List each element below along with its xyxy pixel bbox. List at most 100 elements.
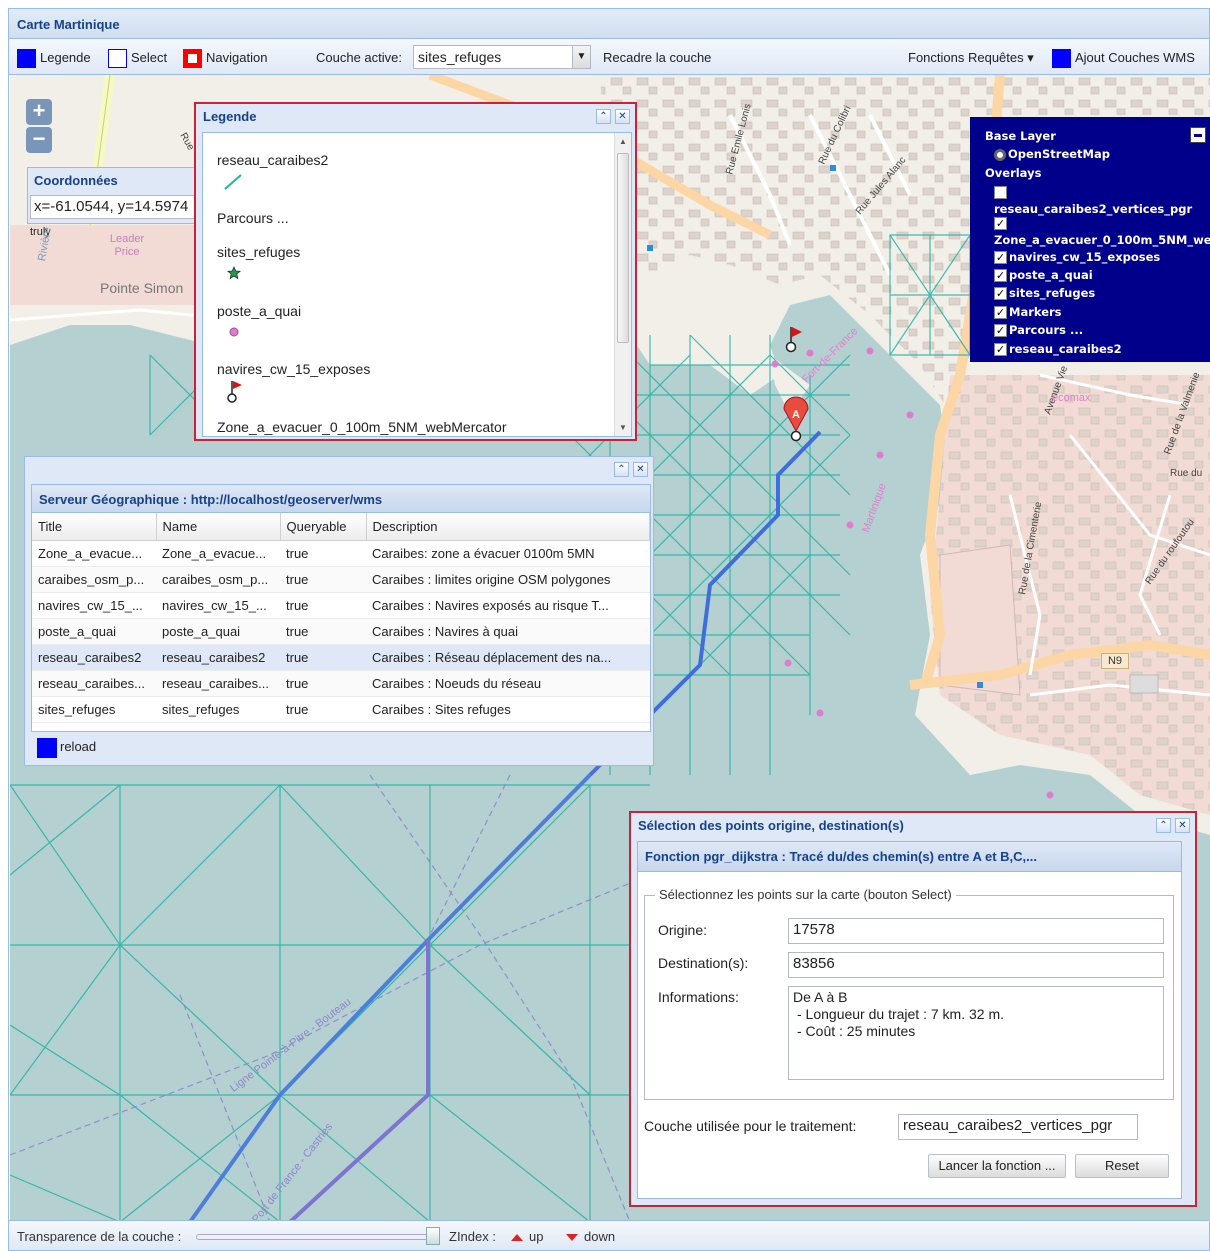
fonctions-requetes-menu[interactable]: Fonctions Requêtes ▾ xyxy=(908,48,1034,68)
collapse-icon[interactable]: ⌃ xyxy=(614,462,629,477)
legende-button[interactable]: Legende xyxy=(17,48,91,69)
zindex-down-button[interactable]: down xyxy=(566,1229,615,1244)
coordinates-panel: Coordonnées x=-61.0544, y=14.5974 xyxy=(27,167,207,224)
cell: Caraibes: zone a évacuer 0100m 5MN xyxy=(366,540,650,567)
layer-cb-1[interactable]: ✓ xyxy=(994,216,1009,230)
legend-scroll-thumb[interactable] xyxy=(617,153,629,343)
navigation-icon xyxy=(183,49,202,69)
destination-input[interactable]: 83856 xyxy=(788,952,1164,978)
layer-row-3[interactable]: ✓ poste_a_quai xyxy=(994,268,1093,282)
cell: sites_refuges xyxy=(156,696,280,723)
recadre-button[interactable]: Recadre la couche xyxy=(603,48,711,68)
col-name[interactable]: Name xyxy=(156,513,281,541)
cell: poste_a_quai xyxy=(32,618,156,645)
select-button[interactable]: Select xyxy=(108,48,167,69)
table-row[interactable]: sites_refuges sites_refuges true Caraibes :… xyxy=(32,696,650,723)
toolbar: Legende Select Navigation Couche active:… xyxy=(9,39,1209,75)
app-title: Carte Martinique xyxy=(17,17,120,32)
cell: reseau_caraibes... xyxy=(156,670,280,697)
zoom-in-button[interactable]: + xyxy=(26,99,52,125)
collapse-icon[interactable]: ⌃ xyxy=(596,109,611,124)
close-icon[interactable]: ✕ xyxy=(615,109,630,124)
layer-row-7[interactable]: ✓ reseau_caraibes2 xyxy=(994,342,1122,356)
col-description[interactable]: Description xyxy=(366,513,650,541)
flag-icon xyxy=(227,381,242,403)
scroll-up-icon[interactable]: ▲ xyxy=(619,137,627,146)
cell: navires_cw_15_... xyxy=(156,592,280,619)
informations-textarea[interactable]: De A à B - Longueur du trajet : 7 km. 32… xyxy=(788,986,1164,1080)
checkbox-icon: ✓ xyxy=(994,287,1007,300)
overlays-heading: Overlays xyxy=(985,166,1042,180)
cell: Caraibes : Navires exposés au risque T..… xyxy=(366,592,650,619)
navigation-button[interactable]: Navigation xyxy=(183,48,267,69)
cell: Caraibes : Sites refuges xyxy=(366,696,650,723)
selection-subheader: Fonction pgr_dijkstra : Tracé du/des che… xyxy=(638,842,1181,872)
selection-window: Sélection des points origine, destinatio… xyxy=(629,811,1197,1207)
table-row[interactable]: caraibes_osm_p... caraibes_osm_p... true Ca… xyxy=(32,566,650,593)
cell: true xyxy=(280,592,366,619)
table-row[interactable]: navires_cw_15_... navires_cw_15_... true Ca… xyxy=(32,592,650,619)
couche-active-label: Couche active: xyxy=(316,50,402,65)
map-label-pointe-simon: Pointe Simon xyxy=(100,280,184,296)
title-bar: Carte Martinique xyxy=(9,9,1209,39)
info-line-2: - Longueur du trajet : 7 km. 32 m. xyxy=(797,1006,1004,1022)
scroll-down-icon[interactable]: ▼ xyxy=(619,423,627,432)
layer-label-7: reseau_caraibes2 xyxy=(1009,342,1122,356)
lancer-fonction-button[interactable]: Lancer la fonction ... xyxy=(928,1154,1066,1178)
layer-row-6[interactable]: ✓ Parcours ... xyxy=(994,323,1083,337)
transparence-slider[interactable] xyxy=(196,1234,440,1240)
legende-label: Legende xyxy=(40,50,91,65)
status-bar: Transparence de la couche : ZIndex : up … xyxy=(9,1220,1209,1250)
minimize-icon[interactable] xyxy=(1190,127,1206,143)
cell: true xyxy=(280,566,366,593)
origine-input[interactable]: 17578 xyxy=(788,918,1164,944)
layer-cb-0[interactable] xyxy=(994,185,1009,199)
ajout-wms-button[interactable]: Ajout Couches WMS xyxy=(1052,48,1195,69)
server-panel-header: Serveur Géographique : http://localhost/… xyxy=(32,485,650,513)
zindex-up-button[interactable]: up xyxy=(511,1229,543,1244)
server-panel: Serveur Géographique : http://localhost/… xyxy=(31,484,651,732)
couche-traitement-input[interactable]: reseau_caraibes2_vertices_pgr xyxy=(898,1114,1138,1140)
couche-active-select[interactable]: sites_refuges ▼ xyxy=(413,45,591,69)
close-icon[interactable]: ✕ xyxy=(1175,818,1190,833)
line-icon xyxy=(224,174,242,190)
table-row[interactable]: reseau_caraibes... reseau_caraibes... true… xyxy=(32,670,650,697)
legend-scrollbar[interactable]: ▲ ▼ xyxy=(614,133,631,436)
table-row-selected[interactable]: reseau_caraibes2 reseau_caraibes2 true Cara… xyxy=(32,644,650,671)
layer-row-4[interactable]: ✓ sites_refuges xyxy=(994,286,1095,300)
select-icon xyxy=(108,49,127,69)
legend-window: Legende ⌃ ✕ reseau_caraibes2 Parcours ..… xyxy=(194,102,637,441)
table-row[interactable]: poste_a_quai poste_a_quai true Caraibes : N… xyxy=(32,618,650,645)
cell: reseau_caraibes2 xyxy=(32,644,156,671)
reload-button[interactable]: reload xyxy=(37,737,96,759)
cell: Caraibes : Navires à quai xyxy=(366,618,650,645)
zoom-out-button[interactable]: − xyxy=(26,127,52,153)
osm-radio[interactable]: OpenStreetMap xyxy=(994,147,1110,161)
layer-switcher: Base Layer OpenStreetMap Overlays reseau… xyxy=(970,117,1210,362)
cell: true xyxy=(280,696,366,723)
ajout-wms-label: Ajout Couches WMS xyxy=(1075,50,1195,65)
informations-label: Informations: xyxy=(658,989,739,1005)
info-line-3: - Coût : 25 minutes xyxy=(797,1023,916,1039)
layers-table: Title Name Queryable Description Zone_a_… xyxy=(32,513,650,723)
down-label: down xyxy=(584,1229,616,1244)
legend-item-3: poste_a_quai xyxy=(217,303,302,319)
slider-thumb[interactable] xyxy=(426,1227,440,1245)
legend-item-1: Parcours ... xyxy=(217,210,289,226)
cell: Zone_a_evacue... xyxy=(32,540,156,567)
star-icon xyxy=(227,266,241,280)
table-row[interactable]: Zone_a_evacue... Zone_a_evacue... true Cara… xyxy=(32,540,650,567)
up-label: up xyxy=(529,1229,544,1244)
col-queryable[interactable]: Queryable xyxy=(280,513,367,541)
collapse-icon[interactable]: ⌃ xyxy=(1156,818,1171,833)
layer-label-1: Zone_a_evacuer_0_100m_5NM_we xyxy=(994,233,1210,247)
layer-row-5[interactable]: ✓ Markers xyxy=(994,305,1062,319)
close-icon[interactable]: ✕ xyxy=(633,462,648,477)
map-label-n9: N9 xyxy=(1101,653,1129,669)
fieldset-legend: Sélectionnez les points sur la carte (bo… xyxy=(655,887,956,902)
col-title[interactable]: Title xyxy=(32,513,157,541)
chevron-down-icon[interactable]: ▼ xyxy=(572,46,590,68)
layer-row-2[interactable]: ✓ navires_cw_15_exposes xyxy=(994,250,1160,264)
reset-button[interactable]: Reset xyxy=(1075,1154,1169,1178)
base-layer-heading: Base Layer xyxy=(985,129,1056,143)
